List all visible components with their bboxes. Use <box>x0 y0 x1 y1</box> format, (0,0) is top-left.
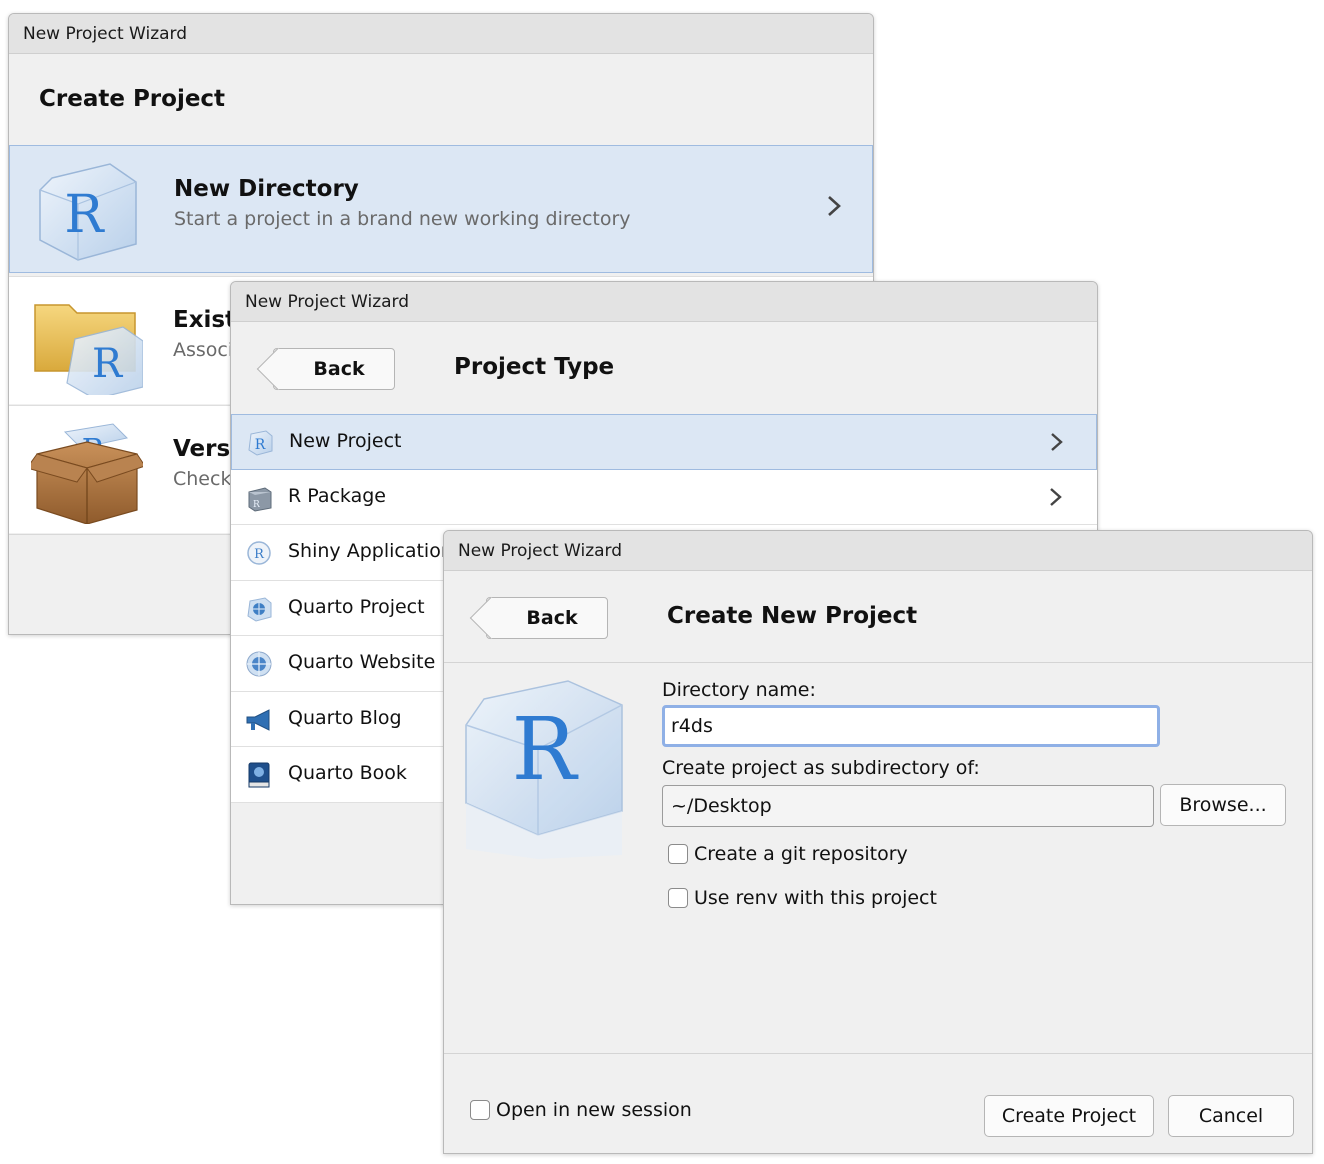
option-subtitle: Check <box>173 468 232 490</box>
chevron-right-icon <box>828 196 841 216</box>
new-directory-option[interactable]: R New Directory Start a project in a bra… <box>9 145 873 273</box>
r-cube-icon: R <box>39 163 137 261</box>
chevron-right-icon <box>1051 433 1063 451</box>
svg-text:R: R <box>512 700 579 800</box>
back-button[interactable]: Back <box>273 348 395 390</box>
project-type-label: New Project <box>289 430 402 452</box>
option-title: Exist <box>173 307 237 333</box>
quarto-blog-icon <box>246 708 270 731</box>
create-new-project-dialog: New Project Wizard Back Create New Proje… <box>443 530 1313 1154</box>
folder-r-icon: R <box>34 304 143 395</box>
package-box-icon: R <box>31 423 143 524</box>
r-package-icon: R <box>248 486 272 512</box>
project-type-label: Shiny Application <box>288 540 453 562</box>
dialog-heading: Create Project <box>39 86 226 112</box>
svg-text:R: R <box>254 547 265 562</box>
checkbox-box[interactable] <box>470 1100 490 1120</box>
window-title: New Project Wizard <box>9 14 873 54</box>
option-subtitle: Start a project in a brand new working d… <box>174 208 631 230</box>
directory-name-label: Directory name: <box>662 679 816 701</box>
checkbox-label: Open in new session <box>496 1099 692 1121</box>
option-title: Versi <box>173 436 239 462</box>
svg-text:R: R <box>253 500 260 510</box>
svg-text:R: R <box>64 185 105 245</box>
project-type-label: Quarto Website <box>288 651 436 673</box>
checkbox-label: Create a git repository <box>694 843 908 865</box>
subdirectory-field[interactable]: ~/Desktop <box>662 785 1154 827</box>
r-project-icon: R <box>248 430 273 456</box>
svg-text:R: R <box>255 437 266 453</box>
quarto-project-icon <box>247 596 272 622</box>
new-session-checkbox[interactable]: Open in new session <box>470 1099 692 1121</box>
create-project-button[interactable]: Create Project <box>984 1095 1154 1137</box>
quarto-website-icon <box>246 651 272 677</box>
checkbox-box[interactable] <box>668 844 688 864</box>
dialog-heading: Create New Project <box>667 603 918 629</box>
chevron-right-icon <box>1050 487 1062 506</box>
project-type-label: Quarto Project <box>288 595 425 618</box>
checkbox-label: Use renv with this project <box>694 887 937 909</box>
subdirectory-label: Create project as subdirectory of: <box>662 757 980 779</box>
back-button-label: Back <box>526 607 578 629</box>
window-title: New Project Wizard <box>231 282 1097 322</box>
option-title: New Directory <box>174 176 359 202</box>
header-divider <box>444 662 1312 663</box>
project-type-label: R Package <box>288 484 386 507</box>
project-type-r-package[interactable]: R R Package <box>231 469 1097 525</box>
r-cube-icon: R <box>465 680 623 859</box>
project-type-new-project[interactable]: R New Project <box>231 414 1097 470</box>
dialog-heading: Project Type <box>454 354 615 380</box>
cancel-button[interactable]: Cancel <box>1168 1095 1294 1137</box>
option-subtitle: Associ <box>173 339 234 361</box>
back-button-label: Back <box>313 358 365 380</box>
shiny-icon: R <box>247 541 271 565</box>
window-title: New Project Wizard <box>444 531 1312 571</box>
footer-divider <box>444 1053 1312 1054</box>
browse-button[interactable]: Browse... <box>1160 784 1286 826</box>
directory-name-input[interactable]: r4ds <box>662 705 1160 747</box>
project-type-label: Quarto Blog <box>288 706 402 729</box>
back-button[interactable]: Back <box>486 597 608 639</box>
svg-text:R: R <box>92 341 124 387</box>
quarto-book-icon <box>248 762 270 788</box>
checkbox-box[interactable] <box>668 888 688 908</box>
git-repository-checkbox[interactable]: Create a git repository <box>668 843 908 865</box>
project-type-label: Quarto Book <box>288 762 407 784</box>
renv-checkbox[interactable]: Use renv with this project <box>668 887 937 909</box>
